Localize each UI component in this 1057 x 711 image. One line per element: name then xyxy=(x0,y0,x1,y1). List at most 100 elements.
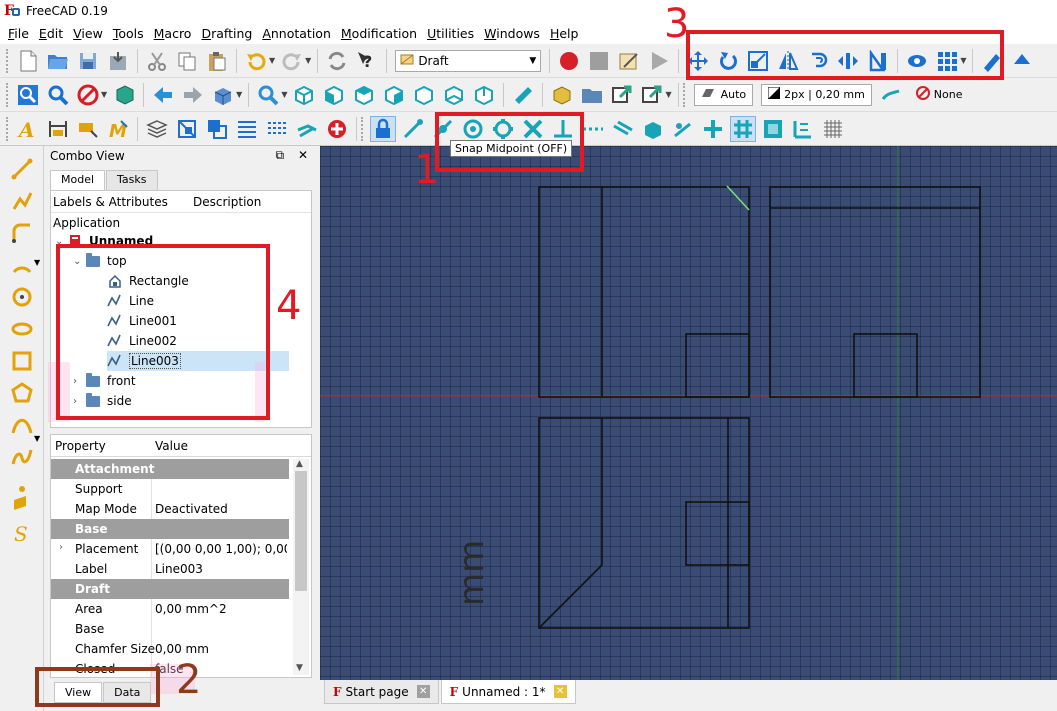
macro-edit-icon[interactable] xyxy=(616,48,642,74)
upgrade-icon[interactable] xyxy=(1009,48,1035,74)
fit-selection-icon[interactable] xyxy=(45,82,71,108)
tree-item-line[interactable]: Line xyxy=(107,291,154,311)
tab-data[interactable]: Data xyxy=(103,682,152,703)
make-link-icon[interactable] xyxy=(609,82,635,108)
snap-endpoint-icon[interactable] xyxy=(400,116,426,142)
macro-stop-icon[interactable] xyxy=(586,48,612,74)
add-to-group-icon[interactable] xyxy=(174,116,200,142)
cut-icon[interactable] xyxy=(144,48,170,74)
arc-dropdown-icon[interactable]: ▼ xyxy=(34,258,40,267)
tree-document-row[interactable]: ⌄ Unnamed xyxy=(55,231,153,251)
property-group-draft[interactable]: Draft xyxy=(51,579,289,599)
front-view-drawing[interactable] xyxy=(538,417,750,629)
property-row-support[interactable]: Support xyxy=(51,479,289,499)
view-top-icon[interactable] xyxy=(351,82,377,108)
save-as-icon[interactable] xyxy=(105,48,131,74)
working-plane-proxy-icon[interactable] xyxy=(294,116,320,142)
menu-edit[interactable]: Edit xyxy=(35,26,69,41)
tree-item-side[interactable]: › side xyxy=(73,391,132,411)
shape-to-2d-icon[interactable] xyxy=(904,48,930,74)
std-view-icon[interactable] xyxy=(210,82,236,108)
tab-model[interactable]: Model xyxy=(50,170,106,190)
menu-annotation[interactable]: Annotation xyxy=(258,26,337,41)
tree-item-line001[interactable]: Line001 xyxy=(107,311,177,331)
3d-view[interactable]: mm xyxy=(320,146,1057,680)
array-dropdown-icon[interactable]: ▼ xyxy=(960,56,966,65)
line-tool-icon[interactable] xyxy=(8,156,36,182)
side-view-drawing[interactable] xyxy=(769,186,981,398)
menu-macro[interactable]: Macro xyxy=(150,26,198,41)
macro-record-icon[interactable] xyxy=(556,48,582,74)
snap-working-plane-icon[interactable] xyxy=(760,116,786,142)
expand-arrow-icon[interactable]: › xyxy=(73,396,85,407)
toolbar-grip[interactable] xyxy=(361,116,365,141)
select-group-icon[interactable] xyxy=(204,116,230,142)
expand-arrow-icon[interactable]: › xyxy=(59,542,63,553)
float-panel-icon[interactable]: ⧉ xyxy=(276,148,285,162)
open-folder-icon[interactable] xyxy=(45,48,71,74)
property-row-base[interactable]: Base xyxy=(51,619,289,639)
close-panel-icon[interactable]: ✕ xyxy=(298,148,308,162)
property-scrollbar[interactable]: ▲ ▼ xyxy=(293,459,309,675)
bezier-dropdown-icon[interactable]: ▼ xyxy=(34,434,40,443)
menu-view[interactable]: View xyxy=(69,26,109,41)
property-row-area[interactable]: Area 0,00 mm^2 xyxy=(51,599,289,619)
toolbar-grip[interactable] xyxy=(682,82,687,107)
snap-special-icon[interactable] xyxy=(640,116,666,142)
apply-style-icon[interactable] xyxy=(878,82,904,108)
snap-midpoint-icon[interactable] xyxy=(430,116,456,142)
circle-tool-icon[interactable] xyxy=(8,284,36,310)
new-document-icon[interactable] xyxy=(15,48,41,74)
snap-grid-icon[interactable] xyxy=(730,115,756,142)
bspline-tool-icon[interactable] xyxy=(8,412,36,438)
refresh-icon[interactable] xyxy=(324,48,350,74)
toolbar-grip[interactable] xyxy=(6,82,10,107)
clone-icon[interactable] xyxy=(865,48,891,74)
menu-tools[interactable]: Tools xyxy=(109,26,150,41)
back-arrow-icon[interactable] xyxy=(150,82,176,108)
snap-dimensions-icon[interactable] xyxy=(790,116,816,142)
working-plane-button[interactable]: Auto xyxy=(693,83,754,106)
snap-angle-icon[interactable] xyxy=(490,116,516,142)
rotate-icon[interactable] xyxy=(715,48,741,74)
view-zoom-dropdown-icon[interactable]: ▼ xyxy=(281,90,287,99)
view-bottom-icon[interactable] xyxy=(441,82,467,108)
selected-line[interactable] xyxy=(726,185,750,211)
fillet-tool-icon[interactable] xyxy=(8,220,36,246)
property-group-attachment[interactable]: Attachment xyxy=(51,459,289,479)
view-rear-icon[interactable] xyxy=(411,82,437,108)
scroll-up-icon[interactable]: ▲ xyxy=(296,459,303,469)
top-view-drawing[interactable] xyxy=(538,186,750,398)
tree-item-front[interactable]: › front xyxy=(73,371,136,391)
tree-header-labels[interactable]: Labels & Attributes xyxy=(53,195,168,209)
rectangle-tool-icon[interactable] xyxy=(8,348,36,374)
draw-style-icon[interactable] xyxy=(75,82,101,108)
view-zoom-icon[interactable] xyxy=(255,82,281,108)
create-part-icon[interactable] xyxy=(549,82,575,108)
redo-dropdown-icon[interactable]: ▼ xyxy=(305,56,311,65)
tree-item-line002[interactable]: Line002 xyxy=(107,331,177,351)
view-right-icon[interactable] xyxy=(381,82,407,108)
tree-item-top[interactable]: ⌄ top xyxy=(73,251,127,271)
construction-mode-button[interactable]: None xyxy=(910,84,969,106)
undo-icon[interactable] xyxy=(243,48,269,74)
menu-file[interactable]: File xyxy=(4,26,35,41)
array-icon[interactable] xyxy=(934,48,960,74)
toggle-grid-icon[interactable] xyxy=(820,116,846,142)
scale-icon[interactable] xyxy=(745,48,771,74)
polyline-tool-icon[interactable] xyxy=(8,188,36,214)
view-front-icon[interactable] xyxy=(321,82,347,108)
std-view-dropdown-icon[interactable]: ▼ xyxy=(236,90,242,99)
property-group-base[interactable]: Base xyxy=(51,519,289,539)
close-tab-icon[interactable]: ✕ xyxy=(553,685,567,698)
menu-modification[interactable]: Modification xyxy=(337,26,423,41)
snap-perpendicular-icon[interactable] xyxy=(550,116,576,142)
copy-icon[interactable] xyxy=(174,48,200,74)
snap-extension-icon[interactable] xyxy=(580,116,606,142)
menu-windows[interactable]: Windows xyxy=(480,26,546,41)
mirror-icon[interactable] xyxy=(775,48,801,74)
layer-manager-icon[interactable] xyxy=(144,116,170,142)
redo-icon[interactable] xyxy=(279,48,305,74)
drawing-canvas[interactable] xyxy=(320,146,1057,680)
view-isometric-icon[interactable] xyxy=(291,82,317,108)
